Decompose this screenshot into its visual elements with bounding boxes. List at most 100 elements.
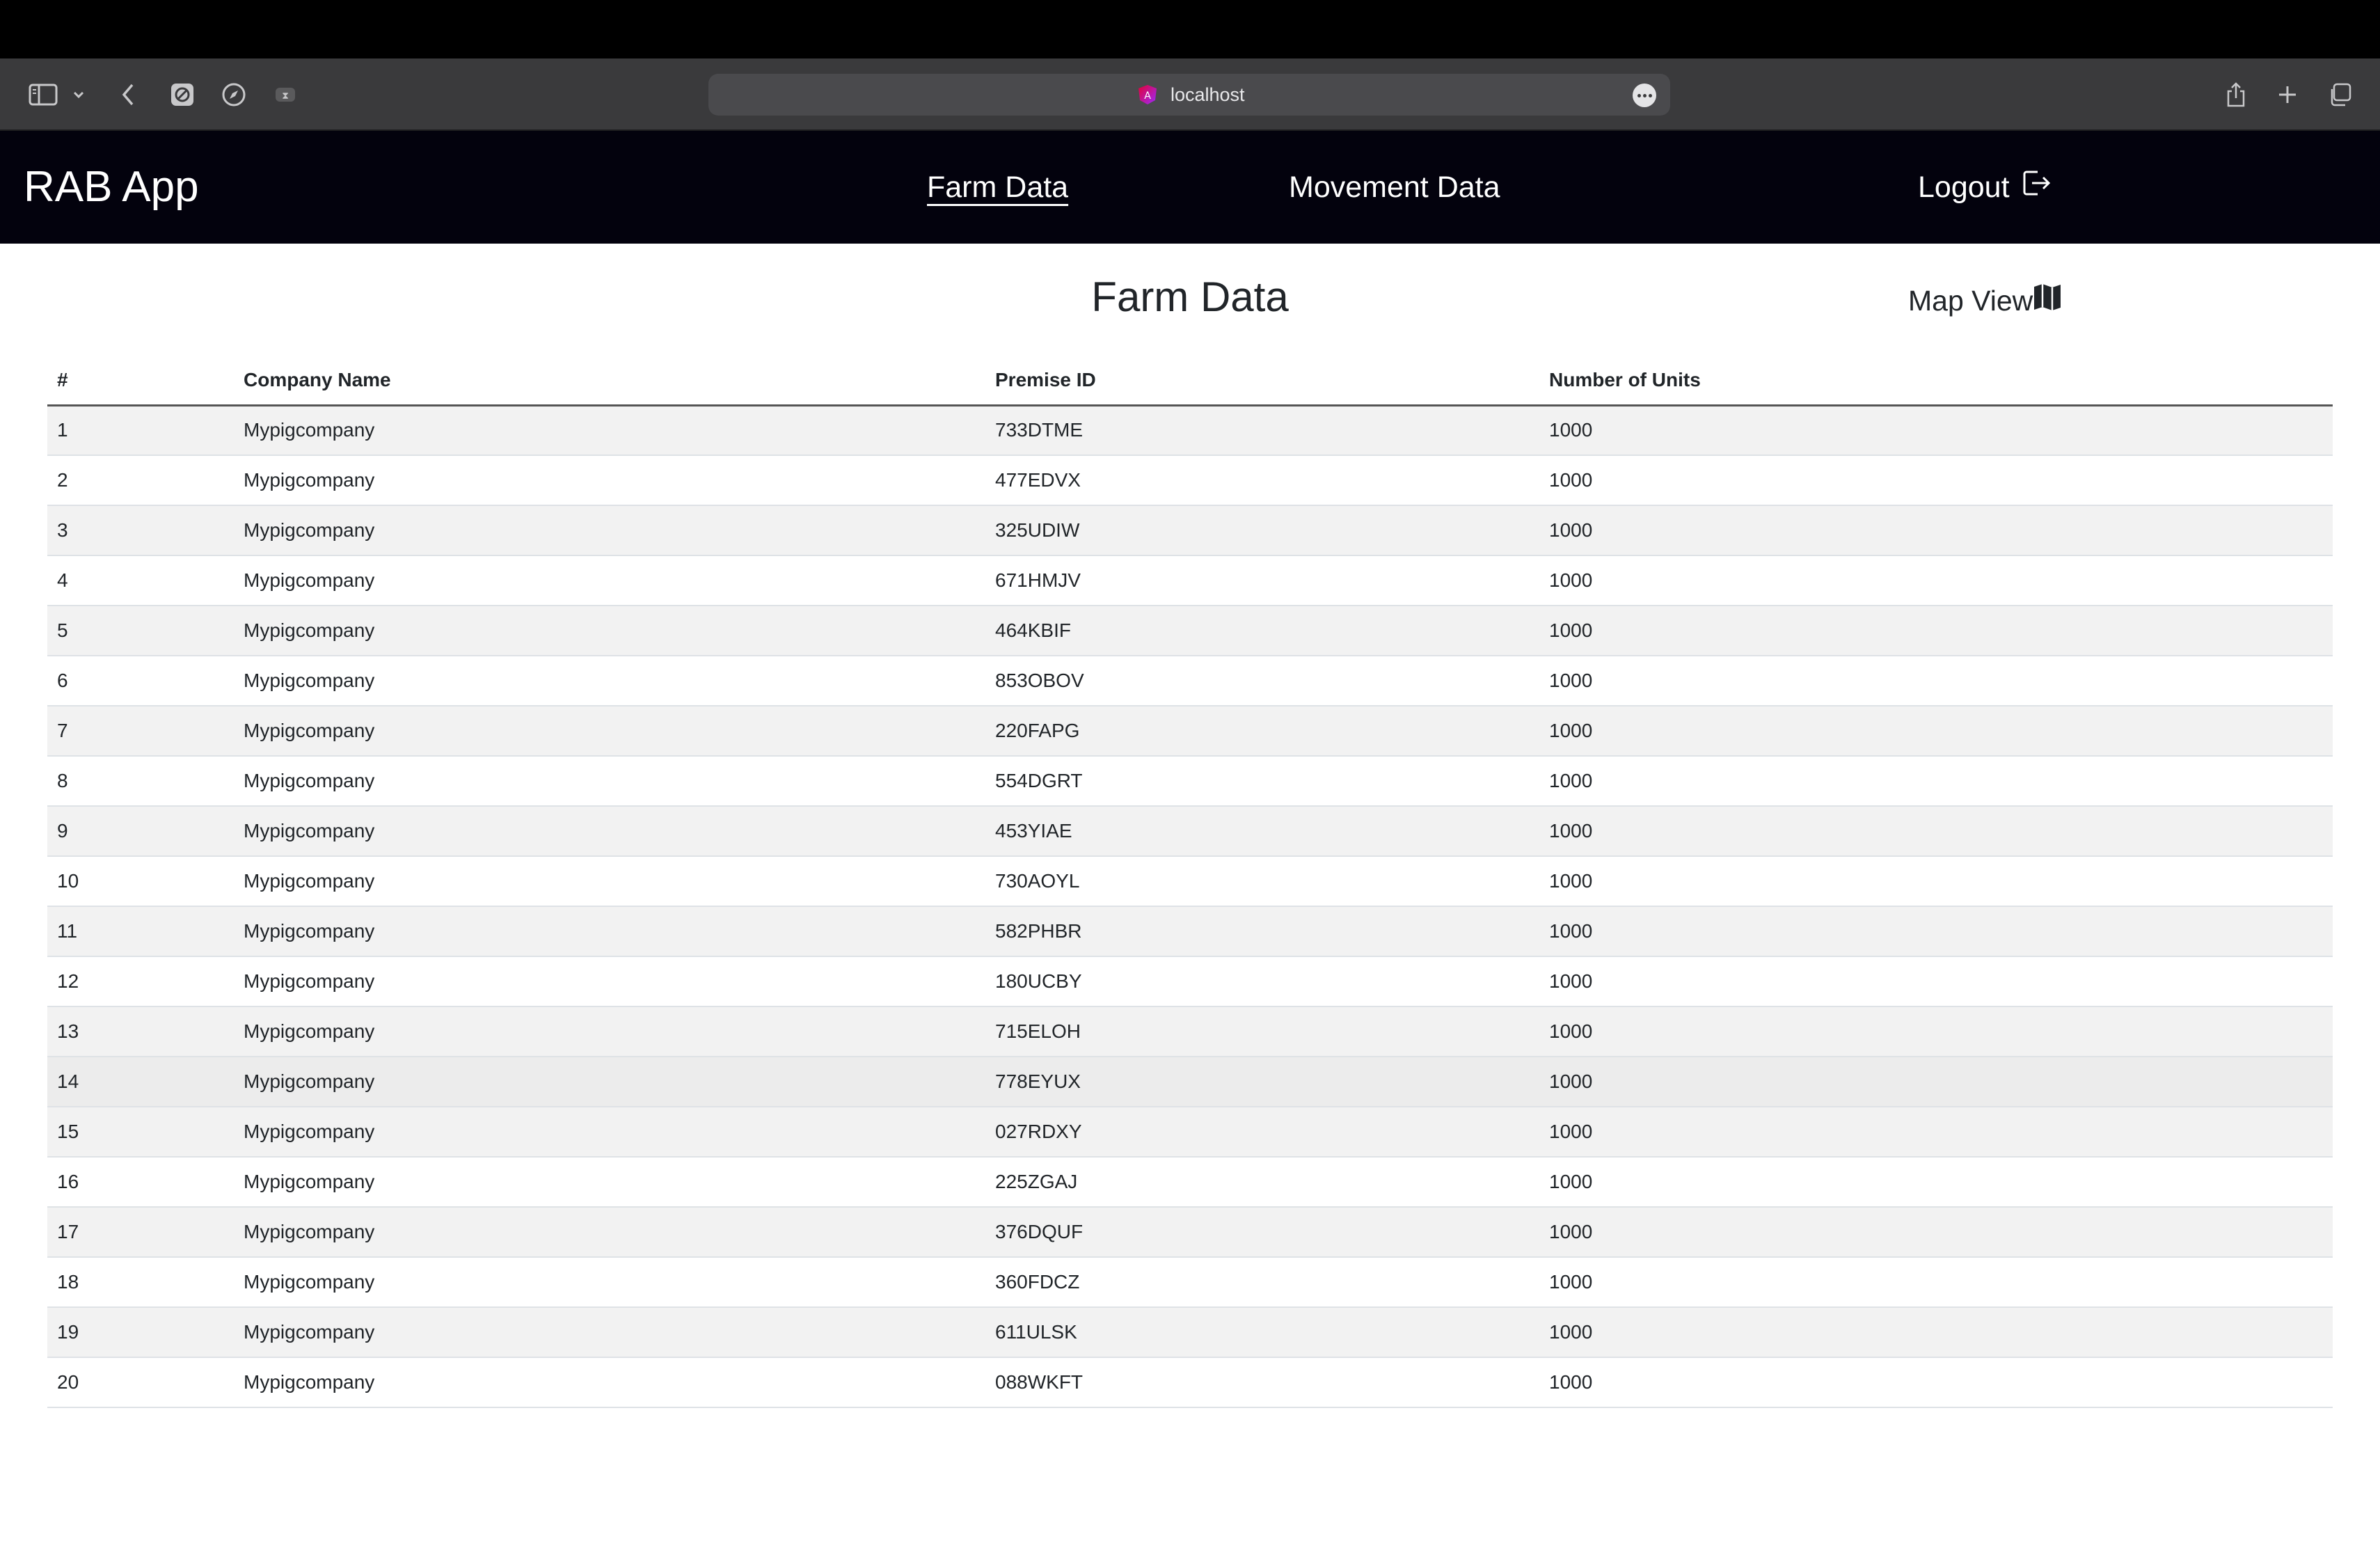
column-header-number-of-units[interactable]: Number of Units [1539,356,2333,406]
cell-company-name: Mypigcompany [234,956,985,1007]
cell-company-name: Mypigcompany [234,1357,985,1408]
table-row[interactable]: 14 Mypigcompany 778EYUX 1000 [47,1057,2333,1107]
table-row[interactable]: 20 Mypigcompany 088WKFT 1000 [47,1357,2333,1408]
cell-index: 12 [47,956,234,1007]
cell-company-name: Mypigcompany [234,405,985,456]
table-row[interactable]: 15 Mypigcompany 027RDXY 1000 [47,1107,2333,1158]
nav-link-label: Farm Data [927,171,1069,204]
cell-number-of-units: 1000 [1539,555,2333,606]
ellipsis-icon[interactable] [1633,84,1656,107]
blocked-icon[interactable] [168,78,196,111]
cell-company-name: Mypigcompany [234,606,985,656]
privacy-icon[interactable]: ⧗ [271,78,299,111]
column-header-premise-id[interactable]: Premise ID [985,356,1539,406]
table-row[interactable]: 17 Mypigcompany 376DQUF 1000 [47,1207,2333,1258]
cell-number-of-units: 1000 [1539,756,2333,807]
table-row[interactable]: 10 Mypigcompany 730AOYL 1000 [47,856,2333,907]
cell-company-name: Mypigcompany [234,1207,985,1258]
table-row[interactable]: 11 Mypigcompany 582PHBR 1000 [47,906,2333,957]
cell-company-name: Mypigcompany [234,856,985,907]
url-text: localhost [1171,84,1245,105]
cell-premise-id: 671HMJV [985,555,1539,606]
logout-icon [2022,131,2053,244]
chevron-left-icon[interactable] [116,78,141,111]
cell-company-name: Mypigcompany [234,555,985,606]
cell-premise-id: 453YIAE [985,806,1539,857]
column-header-index[interactable]: # [47,356,234,406]
browser-toolbar: ⧗ A localhost [0,58,2380,131]
table-row[interactable]: 6 Mypigcompany 853OBOV 1000 [47,656,2333,706]
cell-index: 9 [47,806,234,857]
cell-number-of-units: 1000 [1539,505,2333,556]
table-row[interactable]: 12 Mypigcompany 180UCBY 1000 [47,956,2333,1007]
table-row[interactable]: 5 Mypigcompany 464KBIF 1000 [47,606,2333,656]
logout-button[interactable]: Logout [1918,131,2053,244]
table-row[interactable]: 18 Mypigcompany 360FDCZ 1000 [47,1257,2333,1308]
table-row[interactable]: 2 Mypigcompany 477EDVX 1000 [47,455,2333,506]
app-brand[interactable]: RAB App [24,131,199,244]
cell-premise-id: 554DGRT [985,756,1539,807]
table-row[interactable]: 19 Mypigcompany 611ULSK 1000 [47,1307,2333,1358]
nav-link-movement-data[interactable]: Movement Data [1289,131,1500,244]
sidebar-icon[interactable] [26,78,60,111]
tabs-overview-icon[interactable] [2326,78,2354,111]
angular-icon: A [1136,84,1159,106]
cell-company-name: Mypigcompany [234,1307,985,1358]
cell-premise-id: 730AOYL [985,856,1539,907]
cell-premise-id: 477EDVX [985,455,1539,506]
cell-premise-id: 027RDXY [985,1107,1539,1158]
cell-index: 4 [47,555,234,606]
cell-number-of-units: 1000 [1539,455,2333,506]
table-row[interactable]: 13 Mypigcompany 715ELOH 1000 [47,1006,2333,1057]
table-row[interactable]: 16 Mypigcompany 225ZGAJ 1000 [47,1157,2333,1208]
cell-index: 6 [47,656,234,706]
cell-premise-id: 088WKFT [985,1357,1539,1408]
cell-index: 19 [47,1307,234,1358]
cell-company-name: Mypigcompany [234,1107,985,1158]
cell-index: 13 [47,1006,234,1057]
column-header-company-name[interactable]: Company Name [234,356,985,406]
table-header-row: # Company Name Premise ID Number of Unit… [47,356,2333,406]
map-view-label: Map View [1908,284,2033,317]
cell-premise-id: 611ULSK [985,1307,1539,1358]
map-view-button[interactable]: Map View [1908,283,2062,319]
table-row[interactable]: 9 Mypigcompany 453YIAE 1000 [47,806,2333,857]
chevron-down-icon[interactable] [70,78,88,111]
table-row[interactable]: 4 Mypigcompany 671HMJV 1000 [47,555,2333,606]
table-row[interactable]: 8 Mypigcompany 554DGRT 1000 [47,756,2333,807]
logout-label: Logout [1918,171,2010,204]
cell-index: 2 [47,455,234,506]
cell-premise-id: 360FDCZ [985,1257,1539,1308]
share-icon[interactable] [2223,78,2249,111]
cell-company-name: Mypigcompany [234,455,985,506]
cell-number-of-units: 1000 [1539,906,2333,957]
cell-number-of-units: 1000 [1539,1357,2333,1408]
cell-company-name: Mypigcompany [234,1057,985,1107]
cell-number-of-units: 1000 [1539,706,2333,757]
cell-index: 16 [47,1157,234,1208]
cell-premise-id: 325UDIW [985,505,1539,556]
cell-number-of-units: 1000 [1539,656,2333,706]
cell-index: 10 [47,856,234,907]
table-row[interactable]: 3 Mypigcompany 325UDIW 1000 [47,505,2333,556]
cell-company-name: Mypigcompany [234,806,985,857]
cell-index: 1 [47,405,234,456]
plus-icon[interactable] [2274,78,2301,111]
cell-number-of-units: 1000 [1539,1006,2333,1057]
cell-premise-id: 733DTME [985,405,1539,456]
cell-number-of-units: 1000 [1539,606,2333,656]
nav-link-farm-data[interactable]: Farm Data [927,131,1068,244]
cell-company-name: Mypigcompany [234,1257,985,1308]
table-row[interactable]: 7 Mypigcompany 220FAPG 1000 [47,706,2333,757]
table-row[interactable]: 1 Mypigcompany 733DTME 1000 [47,405,2333,456]
cell-number-of-units: 1000 [1539,1257,2333,1308]
cell-company-name: Mypigcompany [234,706,985,757]
cell-index: 3 [47,505,234,556]
cell-index: 11 [47,906,234,957]
cell-premise-id: 225ZGAJ [985,1157,1539,1208]
cell-premise-id: 220FAPG [985,706,1539,757]
cell-number-of-units: 1000 [1539,405,2333,456]
address-bar[interactable]: A localhost [708,74,1670,116]
compass-icon[interactable] [220,78,248,111]
cell-company-name: Mypigcompany [234,906,985,957]
